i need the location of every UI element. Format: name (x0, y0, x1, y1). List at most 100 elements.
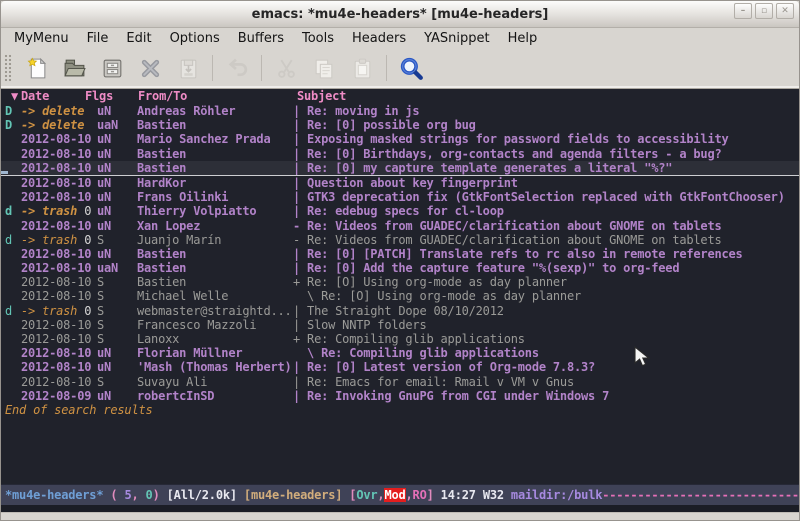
sort-direction-icon[interactable]: ▼ (11, 89, 18, 104)
message-flags: S (97, 304, 137, 318)
message-from: Bastien (137, 247, 293, 261)
message-row[interactable]: 2012-08-10uNBastien| Re: [0] my capture … (1, 161, 799, 176)
message-date: 2012-08-10 (21, 346, 97, 360)
modeline-segment: [All/2.0k] (167, 488, 244, 502)
mark-indicator: D (5, 104, 21, 118)
message-flags: S (97, 332, 137, 346)
message-subject: | GTK3 deprecation fix (GtkFontSelection… (293, 190, 799, 204)
message-row[interactable]: 2012-08-10uN'Mash (Thomas Herbert)| Re: … (1, 360, 799, 374)
message-row[interactable]: d-> trash 0uNThierry Volpiatto| Re: edeb… (1, 204, 799, 218)
message-row[interactable]: 2012-08-10uNFlorian Müllner \ Re: Compil… (1, 346, 799, 360)
message-row[interactable]: D-> deleteuNAndreas Röhler| Re: moving i… (1, 104, 799, 118)
column-header-subject[interactable]: Subject (297, 89, 346, 104)
message-flags: uN (97, 147, 137, 161)
cut-icon[interactable] (267, 51, 305, 85)
mode-line[interactable]: *mu4e-headers* ( 5, 0) [All/2.0k] [mu4e-… (1, 484, 799, 505)
message-row[interactable]: D-> deleteuaNBastien| Re: [0] possible o… (1, 118, 799, 132)
message-subject: | Re: Invoking GnuPG from CGI under Wind… (293, 389, 799, 403)
mark-indicator (5, 389, 21, 403)
message-from: Bastien (137, 147, 293, 161)
fringe-marker (1, 171, 8, 174)
menu-item-yasnippet[interactable]: YASnippet (415, 31, 499, 46)
open-folder-icon[interactable] (55, 51, 93, 85)
message-from: 'Mash (Thomas Herbert) (137, 360, 293, 374)
message-flags: uN (97, 190, 137, 204)
message-subject: | Re: [0] possible org bug (293, 118, 799, 132)
titlebar[interactable]: emacs: *mu4e-headers* [mu4e-headers] – ▫… (1, 1, 799, 28)
message-row[interactable]: 2012-08-10SLanoxx+ Re: Compiling glib ap… (1, 332, 799, 346)
archive-icon[interactable] (93, 51, 131, 85)
mark-target: -> delete (21, 104, 97, 118)
save-icon[interactable] (169, 51, 207, 85)
message-row[interactable]: 2012-08-10uNBastien| Re: [0] [PATCH] Tra… (1, 247, 799, 261)
message-flags: uN (97, 132, 137, 146)
mark-indicator (5, 219, 21, 233)
message-subject: | Re: [0] my capture template generates … (293, 161, 799, 175)
message-row[interactable]: 2012-08-09uNrobertcInSD| Re: Invoking Gn… (1, 389, 799, 403)
echo-area[interactable] (1, 505, 799, 512)
mark-indicator (5, 289, 21, 303)
modeline-segment: Ovr (356, 488, 377, 502)
search-icon[interactable] (392, 51, 430, 85)
menu-item-headers[interactable]: Headers (343, 31, 415, 46)
message-date: 2012-08-10 (21, 360, 97, 374)
message-row[interactable]: 2012-08-10uNHardKor| Question about key … (1, 176, 799, 190)
modeline-segment: , (377, 488, 384, 502)
message-row[interactable]: 2012-08-10uaNBastien| Re: [0] Add the ca… (1, 261, 799, 275)
menu-item-edit[interactable]: Edit (117, 31, 160, 46)
modeline-segment: ) (153, 488, 167, 502)
menu-item-file[interactable]: File (78, 31, 118, 46)
undo-icon[interactable] (218, 51, 256, 85)
menu-item-buffers[interactable]: Buffers (229, 31, 293, 46)
emacs-window: emacs: *mu4e-headers* [mu4e-headers] – ▫… (0, 0, 800, 521)
message-from: Francesco Mazzoli (137, 318, 293, 332)
message-row[interactable]: 2012-08-10SBastien+ Re: [O] Using org-mo… (1, 275, 799, 289)
message-from: robertcInSD (137, 389, 293, 403)
message-from: Bastien (137, 161, 293, 175)
message-date: 2012-08-10 (21, 147, 97, 161)
toolbar-drag-handle[interactable] (4, 54, 12, 82)
menu-item-options[interactable]: Options (161, 31, 229, 46)
message-row[interactable]: 2012-08-10uNMario Sanchez Prada| Exposin… (1, 132, 799, 146)
message-row[interactable]: 2012-08-10uNFrans Oilinki| GTK3 deprecat… (1, 190, 799, 204)
toolbar-separator (212, 55, 213, 81)
message-flags: uN (97, 360, 137, 374)
message-subject: | Re: moving in js (293, 104, 799, 118)
maximize-button[interactable]: ▫ (755, 3, 773, 19)
menu-item-mymenu[interactable]: MyMenu (5, 31, 78, 46)
close-buffer-icon[interactable] (131, 51, 169, 85)
mark-indicator (5, 147, 21, 161)
menu-item-help[interactable]: Help (499, 31, 547, 46)
message-flags: uN (97, 247, 137, 261)
toolbar-separator (386, 55, 387, 81)
message-row[interactable]: 2012-08-10SMichael Welle \ Re: [O] Using… (1, 289, 799, 303)
message-from: Juanjo Marín (137, 233, 293, 247)
menu-item-tools[interactable]: Tools (293, 31, 343, 46)
new-file-icon[interactable] (17, 51, 55, 85)
message-row[interactable]: 2012-08-10SFrancesco Mazzoli| Slow NNTP … (1, 318, 799, 332)
message-date: 2012-08-10 (21, 161, 97, 175)
menu-bar: MyMenuFileEditOptionsBuffersToolsHeaders… (1, 28, 799, 48)
message-subject: - Re: Videos from GUADEC/clarification a… (293, 233, 799, 247)
message-date: 2012-08-10 (21, 132, 97, 146)
modeline-segment: Mod (384, 488, 405, 502)
message-row[interactable]: d-> trash 0SJuanjo Marín- Re: Videos fro… (1, 233, 799, 247)
minimize-button[interactable]: – (734, 3, 752, 19)
mark-indicator: d (5, 233, 21, 247)
paste-icon[interactable] (343, 51, 381, 85)
message-row[interactable]: d-> trash 0Swebmaster@straightd...| The … (1, 304, 799, 318)
message-row[interactable]: 2012-08-10uNBastien| Re: [0] Birthdays, … (1, 147, 799, 161)
message-flags: uN (97, 161, 137, 175)
column-header-date[interactable]: Date (21, 89, 49, 104)
close-button[interactable]: ✕ (776, 3, 794, 19)
copy-icon[interactable] (305, 51, 343, 85)
message-row[interactable]: 2012-08-10SSuvayu Ali| Re: Emacs for ema… (1, 375, 799, 389)
mark-target: -> trash 0 (21, 304, 97, 318)
message-date: 2012-08-10 (21, 176, 97, 190)
column-header-flags[interactable]: Flgs (85, 89, 113, 104)
mark-indicator: d (5, 304, 21, 318)
message-from: Bastien (137, 275, 293, 289)
mark-indicator (5, 176, 21, 190)
message-row[interactable]: 2012-08-10uNXan Lopez- Re: Videos from G… (1, 219, 799, 233)
column-header-from[interactable]: From/To (138, 89, 187, 104)
